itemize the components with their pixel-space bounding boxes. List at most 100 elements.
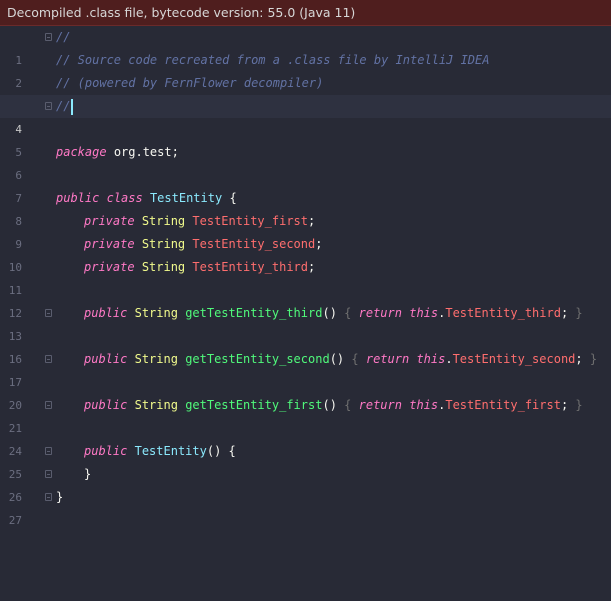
field-name: TestEntity_third [445,306,561,320]
code-line-current[interactable]: 4 // [0,95,611,136]
field-name: TestEntity_first [192,214,308,228]
punctuation: } [56,490,64,504]
punctuation: ; [308,214,316,228]
keyword: public [84,398,128,412]
punctuation: } [84,467,92,481]
code-content: // (powered by FernFlower decompiler) [56,72,323,95]
punctuation: ; [308,260,316,274]
fold-icon[interactable] [45,309,52,317]
punctuation: ; [560,306,569,320]
code-content: } [56,486,63,509]
folded-brace[interactable]: { [344,306,351,320]
method-name: getTestEntity_third [185,306,323,320]
code-line[interactable]: 16 [0,325,611,366]
punctuation: () [322,398,337,412]
punctuation: ; [575,352,583,366]
fold-icon[interactable] [45,355,52,363]
comment: // (powered by FernFlower decompiler) [56,76,324,90]
keyword: return [358,398,402,412]
folded-brace[interactable]: { [344,398,351,412]
folded-brace[interactable]: } [575,398,582,412]
code-line[interactable]: 3 // (powered by FernFlower decompiler) [0,72,611,113]
code-line[interactable]: 26 } [0,463,611,504]
comment: // [56,30,71,44]
field-name: TestEntity_first [445,398,561,412]
field-name: TestEntity_third [192,260,308,274]
code-content: public String getTestEntity_first() { re… [84,394,583,417]
code-content: public String getTestEntity_second() { r… [84,348,597,371]
code-line[interactable]: 12 [0,279,611,320]
code-content: // Source code recreated from a .class f… [56,49,489,72]
code-line[interactable]: 11 private String TestEntity_third; [0,256,611,297]
field-name: TestEntity_second [192,237,316,251]
line-number: 27 [8,514,22,527]
folded-brace[interactable]: } [575,306,582,320]
package-name: org.test; [113,145,179,159]
code-content: public TestEntity() { [84,440,236,463]
keyword: return [365,352,410,366]
folded-brace[interactable]: } [590,352,597,366]
code-line[interactable]: 24 [0,417,611,458]
comment: // Source code recreated from a .class f… [56,53,490,67]
type-name: String [134,398,178,412]
code-content: public class TestEntity { [56,187,237,210]
code-line[interactable]: 25 public TestEntity() { [0,440,611,481]
fold-icon[interactable] [45,102,52,110]
code-line[interactable]: 5 [0,118,611,159]
code-content: private String TestEntity_third; [84,256,315,279]
code-line[interactable]: 20 [0,371,611,412]
punctuation: () [322,306,337,320]
code-line[interactable]: 7 [0,164,611,205]
keyword: private [84,260,135,274]
keyword: public [56,191,100,205]
keyword: public [84,306,128,320]
code-content: package org.test; [56,141,179,164]
punctuation: ; [315,237,323,251]
code-line[interactable]: 2 // Source code recreated from a .class… [0,49,611,90]
code-line[interactable]: 8 public class TestEntity { [0,187,611,228]
fold-icon[interactable] [45,33,52,41]
punctuation: () { [206,444,236,458]
code-line[interactable]: 10 private String TestEntity_second; [0,233,611,274]
keyword: public [84,352,128,366]
text-caret [71,98,74,115]
fold-icon[interactable] [45,447,52,455]
code-line[interactable]: 27 } [0,486,611,527]
type-name: String [141,237,186,251]
code-line[interactable]: 1 // [0,26,611,67]
code-content: // [56,26,70,49]
code-content: public String getTestEntity_third() { re… [84,302,583,325]
fold-icon[interactable] [45,470,52,478]
keyword: this [409,398,439,412]
punctuation: ; [560,398,569,412]
keyword: this [416,352,446,366]
keyword: public [84,444,128,458]
keyword: return [358,306,402,320]
keyword: package [56,145,107,159]
fold-icon[interactable] [45,401,52,409]
code-line[interactable]: 17 public String getTestEntity_second() … [0,348,611,389]
decompiled-banner: Decompiled .class file, bytecode version… [0,0,611,26]
constructor-name: TestEntity [134,444,207,458]
fold-icon[interactable] [45,493,52,501]
keyword: private [84,214,135,228]
code-line[interactable]: 9 private String TestEntity_first; [0,210,611,251]
comment: // [56,99,71,113]
code-editor[interactable]: 1 // 2 // Source code recreated from a .… [0,26,611,527]
keyword: this [409,306,439,320]
folded-brace[interactable]: { [351,352,358,366]
code-content: private String TestEntity_second; [84,233,322,256]
keyword: private [84,237,135,251]
type-name: String [134,352,178,366]
keyword: class [106,191,143,205]
code-line[interactable]: 21 public String getTestEntity_first() {… [0,394,611,435]
punctuation: { [229,191,237,205]
code-line[interactable]: 13 public String getTestEntity_third() {… [0,302,611,343]
code-line[interactable]: 6 package org.test; [0,141,611,182]
punctuation: () [329,352,345,366]
code-content: // [56,95,74,118]
class-name: TestEntity [149,191,223,205]
type-name: String [141,260,186,274]
type-name: String [134,306,178,320]
punctuation: . [445,352,453,366]
